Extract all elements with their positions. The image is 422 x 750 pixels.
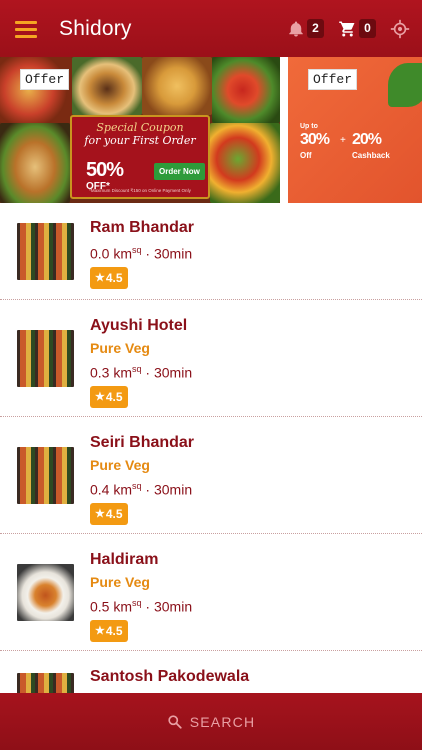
restaurant-thumbnail [17,330,74,387]
rating-badge: ★ 4.5 [90,502,128,525]
location-button[interactable] [390,19,410,39]
notifications-button[interactable]: 2 [287,19,324,38]
cashback-percent: 20% [352,131,382,148]
coupon-subtitle: for your First Order [84,134,196,147]
notifications-count: 2 [307,19,324,38]
search-icon [168,715,182,729]
star-icon: ★ [95,508,105,521]
veg-tag: Pure Veg [90,574,150,590]
veg-tag: Pure Veg [90,340,150,356]
pizza-image [0,57,72,123]
star-icon: ★ [95,391,105,404]
restaurant-thumbnail [17,673,74,693]
star-icon: ★ [95,625,105,638]
cart-count: 0 [359,19,376,38]
veg-tag: Pure Veg [90,457,150,473]
discount-suffix: Off [300,151,312,160]
cashback-suffix: Cashback [352,151,390,160]
app-title: Shidory [59,16,132,40]
restaurant-name: Haldiram [90,551,159,568]
wrap-image [0,123,70,203]
order-now-button[interactable]: Order Now [154,163,205,180]
cart-icon [339,21,355,36]
search-button[interactable]: SEARCH [0,693,422,750]
hamburger-icon[interactable] [15,20,37,38]
bell-icon [289,21,303,36]
coupon-box: Special Coupon for your First Order 50% … [70,115,210,199]
restaurant-distance-time: 0.0 kmsq · 30min [90,245,193,262]
restaurant-item[interactable]: Haldiram Pure Veg 0.5 kmsq · 30min ★ 4.5 [0,534,422,651]
cart-button[interactable]: 0 [338,19,376,38]
crosshair-icon [390,19,410,38]
rating-badge: ★ 4.5 [90,266,128,289]
search-label: SEARCH [189,713,256,730]
restaurant-name: Seiri Bhandar [90,434,195,451]
restaurant-item[interactable]: Santosh Pakodewala [0,651,422,693]
pasta-image [142,57,212,115]
coupon-title: Special Coupon [96,121,184,134]
restaurant-item[interactable]: Seiri Bhandar Pure Veg 0.4 kmsq · 30min … [0,417,422,534]
star-icon: ★ [95,272,105,285]
restaurant-list[interactable]: Ram Bhandar 0.0 kmsq · 30min ★ 4.5 Ayushi… [0,203,422,693]
rating-badge: ★ 4.5 [90,619,128,642]
restaurant-name: Ayushi Hotel [90,317,188,334]
coupon-note: *Maximum Discount ₹150 on Online Payment… [89,188,191,193]
offer-tag: Offer [20,69,70,90]
coupon-discount: 50% [86,159,124,181]
offer-banner-cashback[interactable]: Offer Up to 30% Off + 20% Cashback [288,57,422,203]
restaurant-distance-time: 0.4 kmsq · 30min [90,481,193,498]
leaf-image [388,63,422,107]
restaurant-item[interactable]: Ram Bhandar 0.0 kmsq · 30min ★ 4.5 [0,203,422,300]
restaurant-thumbnail [17,564,74,621]
restaurant-name: Santosh Pakodewala [90,668,250,685]
upto-label: Up to [300,123,318,130]
app-bar: Shidory 2 0 [0,0,422,57]
offer-banner-coupon[interactable]: Offer Special Coupon for your First Orde… [0,57,280,203]
restaurant-name: Ram Bhandar [90,219,195,236]
restaurant-item[interactable]: Ayushi Hotel Pure Veg 0.3 kmsq · 30min ★… [0,300,422,417]
salad-image [212,57,280,123]
plus-sign: + [340,135,346,146]
offer-tag: Offer [308,69,358,90]
burger-image [72,57,142,115]
app-bar-actions: 2 0 [273,19,410,39]
restaurant-distance-time: 0.5 kmsq · 30min [90,598,193,615]
offer-carousel[interactable]: Offer Special Coupon for your First Orde… [0,57,422,203]
restaurant-thumbnail [17,223,74,280]
restaurant-thumbnail [17,447,74,504]
discount-percent: 30% [300,131,330,148]
vegetables-image [210,123,280,203]
rating-badge: ★ 4.5 [90,385,128,408]
restaurant-distance-time: 0.3 kmsq · 30min [90,364,193,381]
